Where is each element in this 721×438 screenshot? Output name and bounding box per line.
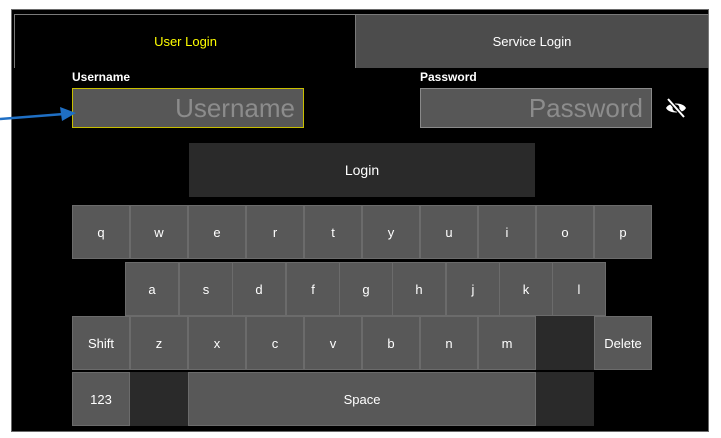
key-blank — [536, 372, 594, 426]
tab-service-login[interactable]: Service Login — [355, 14, 709, 68]
key-s[interactable]: s — [179, 262, 233, 316]
key-d[interactable]: d — [232, 262, 286, 316]
key-l[interactable]: l — [552, 262, 606, 316]
key-h[interactable]: h — [392, 262, 446, 316]
key-g[interactable]: g — [339, 262, 393, 316]
key-blank — [536, 316, 594, 370]
arrow-pointer-icon — [0, 107, 76, 121]
key-e[interactable]: e — [188, 205, 246, 259]
key-c[interactable]: c — [246, 316, 304, 370]
key-y[interactable]: y — [362, 205, 420, 259]
key-u[interactable]: u — [420, 205, 478, 259]
key-v[interactable]: v — [304, 316, 362, 370]
key-b[interactable]: b — [362, 316, 420, 370]
key-delete[interactable]: Delete — [594, 316, 652, 370]
key-o[interactable]: o — [536, 205, 594, 259]
key-shift[interactable]: Shift — [72, 316, 130, 370]
tab-user-login[interactable]: User Login — [14, 14, 356, 68]
key-p[interactable]: p — [594, 205, 652, 259]
key-i[interactable]: i — [478, 205, 536, 259]
login-button[interactable]: Login — [189, 143, 535, 197]
eye-slash-icon[interactable] — [664, 96, 688, 120]
username-field[interactable]: Username — [72, 88, 304, 128]
key-z[interactable]: z — [130, 316, 188, 370]
key-a[interactable]: a — [125, 262, 179, 316]
key-m[interactable]: m — [478, 316, 536, 370]
key-n[interactable]: n — [420, 316, 478, 370]
key-123[interactable]: 123 — [72, 372, 130, 426]
key-space[interactable]: Space — [188, 372, 536, 426]
key-q[interactable]: q — [72, 205, 130, 259]
key-w[interactable]: w — [130, 205, 188, 259]
key-blank — [130, 372, 188, 426]
username-label: Username — [72, 70, 131, 84]
password-label: Password — [420, 70, 477, 84]
key-j[interactable]: j — [446, 262, 500, 316]
key-f[interactable]: f — [286, 262, 340, 316]
password-field[interactable]: Password — [420, 88, 652, 128]
key-r[interactable]: r — [246, 205, 304, 259]
key-t[interactable]: t — [304, 205, 362, 259]
key-k[interactable]: k — [499, 262, 553, 316]
key-x[interactable]: x — [188, 316, 246, 370]
